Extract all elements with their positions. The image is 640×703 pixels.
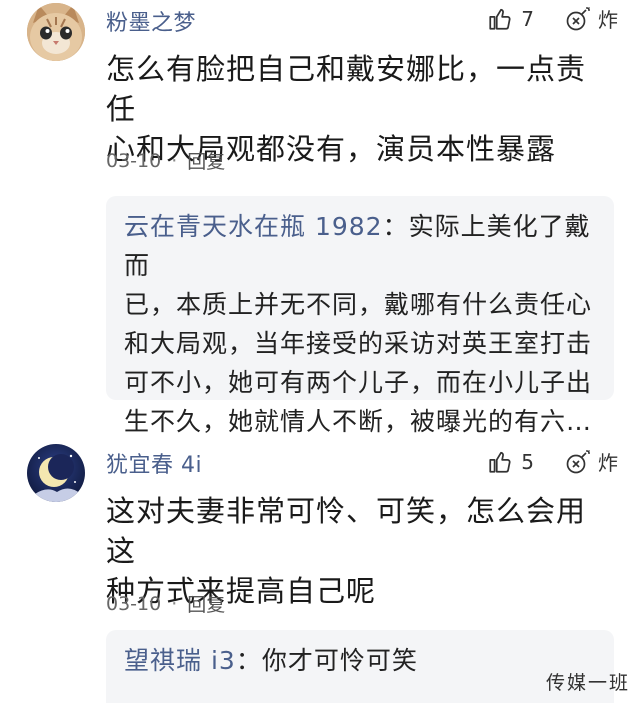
- reply-author[interactable]: 云在青天水在瓶 1982: [124, 212, 383, 241]
- thumbs-up-icon: [489, 451, 511, 473]
- bomb-button[interactable]: 炸: [564, 447, 618, 476]
- comment-date: 03-10: [106, 149, 162, 172]
- comment-meta: 03-10 · 回复: [106, 147, 225, 174]
- moon-avatar[interactable]: [27, 444, 85, 502]
- bomb-icon: [566, 6, 590, 30]
- like-button[interactable]: 5: [487, 449, 534, 475]
- like-button[interactable]: 7: [487, 6, 534, 32]
- like-count: 5: [521, 449, 534, 474]
- meta-separator: ·: [171, 149, 178, 172]
- reply-colon: ：: [382, 212, 409, 241]
- reply-first-line: 云在青天水在瓶 1982：实际上美化了戴而: [124, 207, 596, 285]
- reply-text-line: 可不小，她可有两个儿子，而在小儿子出: [124, 368, 593, 397]
- reply-text-line: 生不久，她就情人不断，被曝光的有六…: [124, 407, 593, 436]
- reply-text-line: 已，本质上并无不同，戴哪有什么责任心: [124, 290, 593, 319]
- watermark: 传媒一班: [545, 672, 630, 694]
- reply-button[interactable]: 回复: [187, 147, 225, 174]
- thumbs-up-icon: [489, 8, 511, 30]
- moon-icon: [27, 444, 85, 502]
- reply-text: 你才可怜可笑: [261, 646, 418, 675]
- cat-avatar[interactable]: [27, 3, 85, 61]
- comment-username[interactable]: 犹宜春 4i: [106, 447, 202, 479]
- reply-preview[interactable]: 云在青天水在瓶 1982：实际上美化了戴而 已，本质上并无不同，戴哪有什么责任心…: [106, 196, 614, 436]
- comment-date: 03-10: [106, 592, 162, 615]
- bomb-icon: [566, 449, 590, 473]
- comment-username[interactable]: 粉墨之梦: [106, 5, 196, 37]
- comment-body-line: 怎么有脸把自己和戴安娜比，一点责任: [106, 52, 587, 126]
- comment-body-line: 这对夫妻非常可怜、可笑，怎么会用这: [106, 494, 587, 568]
- bomb-button[interactable]: 炸: [564, 4, 618, 33]
- reply-first-line: 望祺瑞 i3：你才可怜可笑: [124, 641, 596, 680]
- reply-author[interactable]: 望祺瑞 i3: [124, 646, 236, 675]
- reply-colon: ：: [235, 646, 262, 675]
- meta-separator: ·: [171, 592, 178, 615]
- comment-actions: 5 炸: [487, 447, 618, 476]
- reply-text-line: 和大局观，当年接受的采访对英王室打击: [124, 329, 593, 358]
- reply-button[interactable]: 回复: [187, 590, 225, 617]
- bomb-label: 炸: [598, 451, 618, 475]
- comment-actions: 7 炸: [487, 4, 618, 33]
- comment-meta: 03-10 · 回复: [106, 590, 225, 617]
- like-count: 7: [521, 6, 534, 31]
- bomb-label: 炸: [598, 8, 618, 32]
- reply-preview[interactable]: 望祺瑞 i3：你才可怜可笑: [106, 630, 614, 703]
- cat-face-icon: [27, 3, 85, 61]
